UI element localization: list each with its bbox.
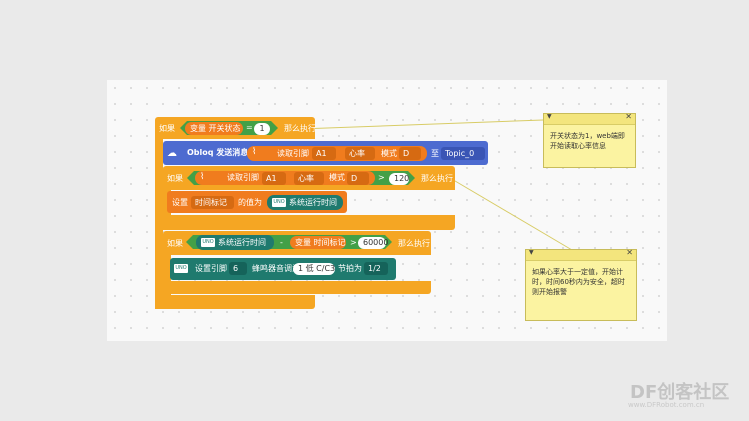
variable-dropdown[interactable]: 时间标记 (191, 196, 234, 209)
to-label: 至 (431, 149, 439, 158)
close-icon-2[interactable]: ✕ (626, 248, 633, 257)
runtime-block[interactable]: UNO 系统运行时间 (267, 195, 343, 210)
if-block-footer (155, 295, 315, 309)
comment-note-1[interactable]: ▼ ✕ 开关状态为1，web端即开始读取心率信息 (543, 112, 636, 168)
gt-op-3: > (350, 238, 357, 247)
if2-footer (163, 215, 455, 230)
read-pin-label: 读取引脚 (277, 149, 309, 158)
set-label: 设置 (172, 198, 188, 207)
then-label-2: 那么执行 (421, 174, 453, 183)
var-switch-state[interactable]: 变量 开关状态 (185, 122, 243, 135)
minus-op: - (280, 238, 283, 247)
then-label-3: 那么执行 (398, 239, 430, 248)
comment-text-1: 开关状态为1，web端即开始读取心率信息 (550, 132, 625, 150)
comment-connectors (299, 119, 573, 251)
mode-label: 模式 (381, 149, 397, 158)
if-block-spine (155, 139, 163, 309)
if3-footer (163, 281, 431, 294)
then-label: 那么执行 (284, 124, 316, 133)
equals-op: = (246, 123, 253, 132)
cloud-icon: ☁ (167, 148, 177, 159)
topic-dropdown[interactable]: Topic_0 (441, 147, 485, 160)
read-pin-label-2: 读取引脚 (227, 173, 259, 182)
sensor-dropdown-2[interactable]: 心率 (294, 172, 324, 185)
comment-text-2: 如果心率大于一定值，开始计时，时间60秒内为安全，超时则开始报警 (532, 268, 625, 296)
gt-op: > (378, 173, 385, 182)
pin-dropdown-2[interactable]: A1 (262, 172, 286, 185)
collapse-icon-2[interactable]: ▼ (529, 249, 534, 256)
if-keyword: 如果 (159, 124, 175, 133)
mode-dropdown[interactable]: D (399, 147, 421, 160)
timeout-input[interactable]: 60000 (358, 237, 388, 249)
var-time-marker[interactable]: 变量 时间标记 (290, 236, 346, 249)
mode-label-2: 模式 (329, 173, 345, 182)
mode-dropdown-2[interactable]: D (347, 172, 369, 185)
threshold-input[interactable]: 120 (389, 173, 409, 185)
value-input[interactable]: 1 (254, 123, 270, 135)
pin-dropdown[interactable]: A1 (312, 147, 336, 160)
buzzer-pin-dropdown[interactable]: 6 (229, 262, 247, 275)
if-keyword-3: 如果 (167, 239, 183, 248)
heartbeat-icon-2: ⌇ (200, 172, 205, 182)
runtime-label-2: 系统运行时间 (218, 238, 266, 247)
beat-dropdown[interactable]: 1/2 (364, 262, 388, 275)
comment-note-2[interactable]: ▼ ✕ 如果心率大于一定值，开始计时，时间60秒内为安全，超时则开始报警 (525, 248, 637, 321)
uno-board-icon-3: UNO (174, 264, 188, 273)
watermark-url: www.DFRobot.com.cn (628, 401, 705, 409)
collapse-icon[interactable]: ▼ (547, 113, 552, 120)
beat-label: 节拍为 (338, 264, 362, 273)
runtime-label: 系统运行时间 (289, 198, 337, 207)
set-pin-label: 设置引脚 (195, 264, 227, 273)
note-input[interactable]: 1 低 C/C3 (293, 263, 335, 275)
heartbeat-icon: ⌇ (252, 147, 257, 157)
uno-board-icon-2: UNO (201, 238, 215, 247)
runtime-block-2[interactable]: UNO 系统运行时间 (196, 235, 274, 250)
if-keyword-2: 如果 (167, 174, 183, 183)
close-icon[interactable]: ✕ (625, 112, 632, 121)
obloq-title: Obloq 发送消息 (187, 148, 249, 157)
uno-board-icon: UNO (272, 198, 286, 207)
sensor-dropdown[interactable]: 心率 (345, 147, 375, 160)
value-of-label: 的值为 (238, 198, 262, 207)
